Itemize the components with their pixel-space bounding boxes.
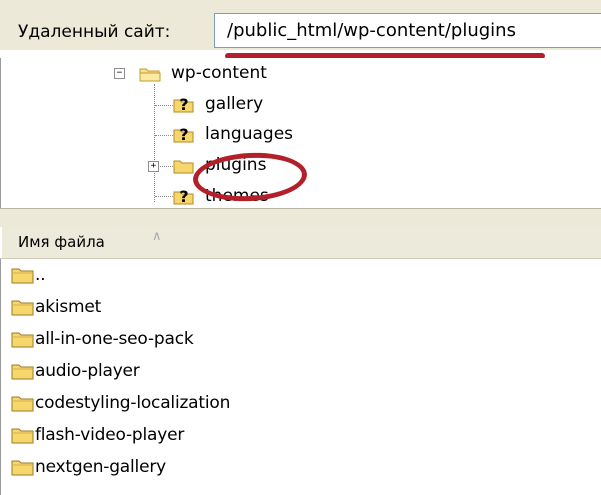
file-name: flash-video-player	[35, 425, 185, 445]
remote-site-bar: Удаленный сайт: /public_html/wp-content/…	[0, 0, 601, 50]
remote-file-list: .. akismet all-in-one-seo-pack audio-pla…	[0, 259, 601, 495]
folder-icon	[11, 363, 35, 380]
file-list-item[interactable]: audio-player	[0, 355, 601, 385]
file-name: all-in-one-seo-pack	[35, 329, 194, 349]
folder-icon	[173, 158, 195, 174]
file-name: codestyling-localization	[35, 393, 231, 413]
column-header-filename[interactable]: Имя файла	[18, 227, 105, 258]
tree-connector	[154, 84, 155, 202]
folder-unknown-icon: ?	[173, 188, 195, 206]
folder-unknown-icon: ?	[173, 96, 195, 114]
tree-connector	[160, 166, 173, 167]
column-divider	[0, 227, 2, 258]
folder-icon	[11, 427, 35, 444]
file-list-item[interactable]: all-in-one-seo-pack	[0, 323, 601, 353]
file-list-item[interactable]: ..	[0, 259, 601, 289]
file-list-item[interactable]: akismet	[0, 291, 601, 321]
file-list-item[interactable]: flash-video-player	[0, 419, 601, 449]
sort-ascending-icon: ∧	[152, 229, 162, 244]
tree-item-label: languages	[205, 124, 294, 144]
folder-icon	[11, 267, 35, 284]
folder-icon	[11, 395, 35, 412]
remote-path-input[interactable]: /public_html/wp-content/plugins	[214, 13, 601, 48]
tree-connector	[155, 105, 173, 106]
tree-connector	[155, 135, 173, 136]
file-name: nextgen-gallery	[35, 457, 166, 477]
folder-icon	[11, 459, 35, 476]
tree-item-label: gallery	[205, 94, 264, 114]
tree-connector	[155, 196, 173, 197]
pane-border	[0, 259, 1, 495]
remote-path-value: /public_html/wp-content/plugins	[227, 20, 516, 41]
tree-item-label: wp-content	[171, 63, 267, 83]
expand-toggle[interactable]: +	[148, 161, 159, 172]
file-name: ..	[35, 265, 46, 285]
folder-open-icon	[139, 66, 161, 82]
remote-site-label: Удаленный сайт:	[18, 22, 171, 42]
file-list-item[interactable]: nextgen-gallery	[0, 451, 601, 481]
file-list-header: Имя файла ∧	[0, 227, 601, 259]
folder-icon	[11, 299, 35, 316]
folder-unknown-icon: ?	[173, 126, 195, 144]
folder-icon	[11, 331, 35, 348]
collapse-toggle[interactable]: −	[114, 68, 125, 79]
file-name: audio-player	[35, 361, 140, 381]
file-name: akismet	[35, 297, 102, 317]
pane-splitter[interactable]	[0, 208, 601, 228]
file-list-item[interactable]: codestyling-localization	[0, 387, 601, 417]
